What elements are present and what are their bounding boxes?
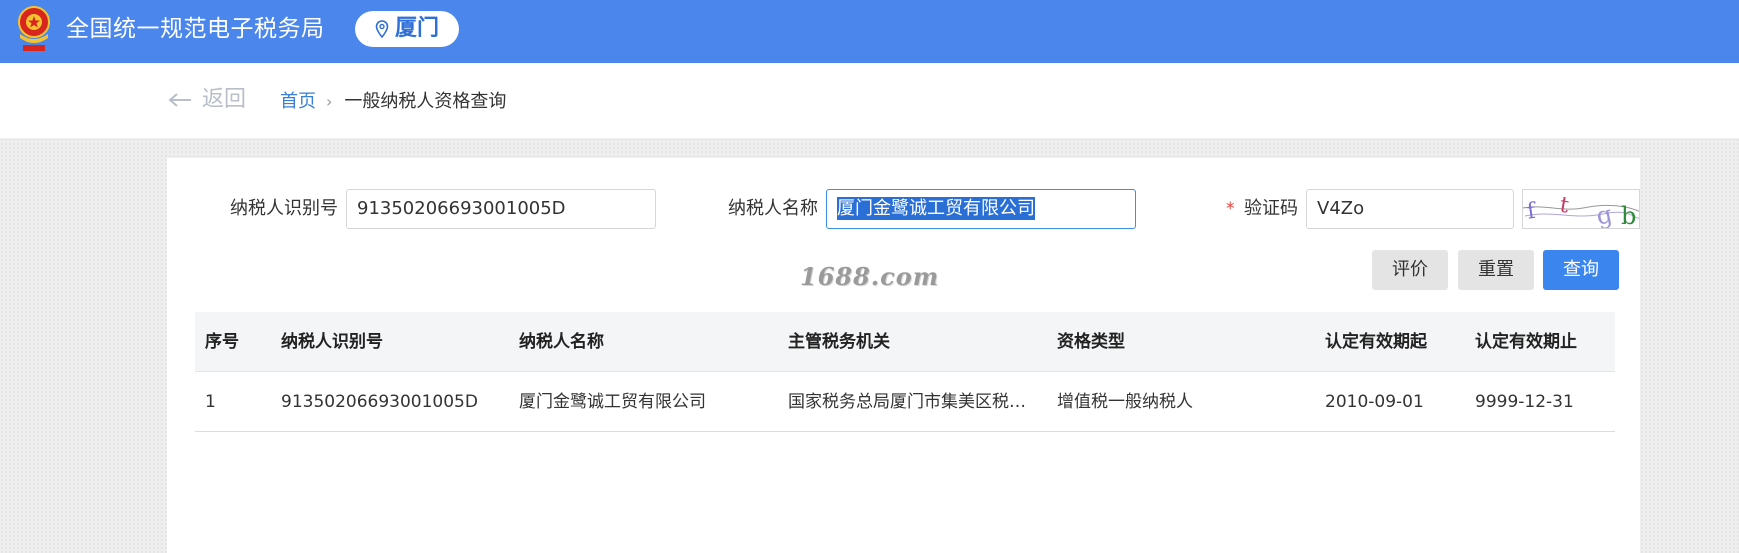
- header-taxpayer-name: 纳税人名称: [519, 332, 604, 352]
- taxpayer-name-value: 厦门金鹭诚工贸有限公司: [837, 197, 1035, 220]
- required-mark: *: [1226, 199, 1235, 219]
- cell-tax-authority: 国家税务总局厦门市集美区税…: [788, 392, 1026, 412]
- captcha-image[interactable]: f t g b: [1522, 189, 1640, 229]
- city-selector[interactable]: 厦门: [355, 11, 459, 47]
- reset-button[interactable]: 重置: [1458, 250, 1534, 290]
- breadcrumb: 首页 › 一般纳税人资格查询: [280, 89, 506, 115]
- breadcrumb-home-link[interactable]: 首页: [280, 89, 316, 115]
- site-title: 全国统一规范电子税务局: [66, 16, 325, 42]
- query-button[interactable]: 查询: [1543, 250, 1619, 290]
- taxpayer-name-input[interactable]: 厦门金鹭诚工贸有限公司: [826, 189, 1136, 229]
- cell-valid-to: 9999-12-31: [1475, 392, 1574, 412]
- taxpayer-id-label: 纳税人识别号: [230, 198, 338, 219]
- header-taxpayer-id: 纳税人识别号: [281, 332, 383, 352]
- results-table: 序号 纳税人识别号 纳税人名称 主管税务机关 资格类型 认定有效期起 认定有效期…: [195, 312, 1615, 432]
- svg-text:f: f: [1526, 199, 1539, 225]
- svg-text:t: t: [1558, 193, 1571, 219]
- header-valid-from: 认定有效期起: [1325, 332, 1427, 352]
- cell-index: 1: [205, 392, 216, 412]
- captcha-input[interactable]: V4Zo: [1306, 189, 1514, 229]
- header-index: 序号: [205, 332, 239, 352]
- header-qualification-type: 资格类型: [1057, 332, 1125, 352]
- svg-text:g: g: [1594, 200, 1615, 229]
- watermark: 1688.com: [800, 262, 940, 291]
- table-row: 1 91350206693001005D 厦门金鹭诚工贸有限公司 国家税务总局厦…: [195, 372, 1615, 432]
- taxpayer-id-input[interactable]: 91350206693001005D: [346, 189, 656, 229]
- taxpayer-name-label: 纳税人名称: [728, 198, 818, 219]
- tax-emblem-icon: [18, 6, 50, 51]
- cell-qualification-type: 增值税一般纳税人: [1057, 392, 1193, 412]
- cell-valid-from: 2010-09-01: [1325, 392, 1424, 412]
- cell-taxpayer-name: 厦门金鹭诚工贸有限公司: [519, 392, 706, 412]
- top-banner: 全国统一规范电子税务局 厦门: [0, 0, 1739, 63]
- captcha-label: 验证码: [1244, 198, 1298, 219]
- svg-text:b: b: [1621, 202, 1636, 229]
- location-pin-icon: [375, 20, 389, 38]
- back-label: 返回: [202, 87, 247, 112]
- back-button[interactable]: 返回: [168, 85, 246, 115]
- breadcrumb-current: 一般纳税人资格查询: [344, 91, 507, 112]
- evaluate-button[interactable]: 评价: [1372, 250, 1448, 290]
- arrow-left-icon: [168, 93, 191, 107]
- header-valid-to: 认定有效期止: [1475, 332, 1577, 352]
- cell-taxpayer-id: 91350206693001005D: [281, 392, 478, 412]
- taxpayer-id-value: 91350206693001005D: [357, 198, 566, 219]
- header-tax-authority: 主管税务机关: [788, 332, 890, 352]
- breadcrumb-bar: 返回 首页 › 一般纳税人资格查询: [0, 63, 1739, 138]
- city-name: 厦门: [394, 16, 439, 41]
- table-header: 序号 纳税人识别号 纳税人名称 主管税务机关 资格类型 认定有效期起 认定有效期…: [195, 312, 1615, 372]
- captcha-value: V4Zo: [1317, 198, 1365, 219]
- captcha-image-icon: f t g b: [1523, 193, 1639, 229]
- breadcrumb-separator: ›: [326, 92, 333, 111]
